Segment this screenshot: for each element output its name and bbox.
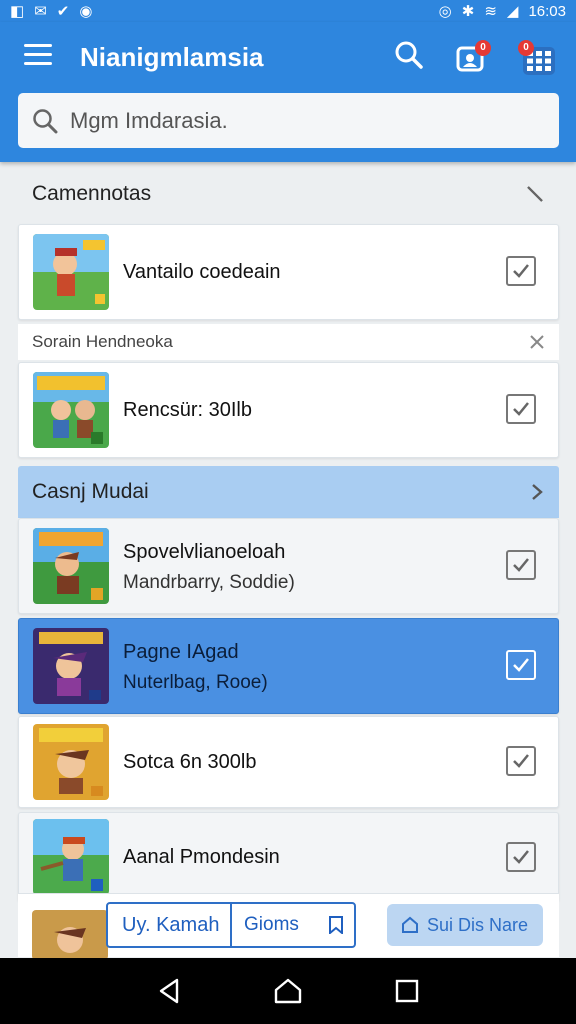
row-checkbox[interactable] [506, 650, 536, 680]
section-header-casnj[interactable]: Casnj Mudai [18, 466, 559, 518]
row-text: Spovelvlianoeloah Mandrbarry, Soddie) [123, 541, 295, 594]
app-bar: Nianigmlamsia 0 0 [0, 22, 576, 162]
check-icon [513, 754, 529, 768]
row-title: Vantailo coedeain [123, 261, 281, 283]
list-item[interactable]: Sotca 6n 300lb [18, 716, 559, 808]
primary-action-button[interactable]: Uy. Kamah Gioms [106, 902, 356, 948]
list-item[interactable]: Vantailo coedeain [18, 224, 559, 320]
system-nav-bar [0, 958, 576, 1024]
bluetooth-icon: ✱ [461, 2, 475, 20]
row-checkbox[interactable] [506, 550, 536, 580]
vibrate-icon: ◎ [438, 2, 452, 20]
bookmark-icon[interactable] [328, 916, 344, 934]
secondary-action-label: Sui Dis Nare [427, 914, 529, 935]
row-title: Sotca 6n 300lb [123, 751, 257, 773]
recents-icon[interactable] [387, 971, 427, 1011]
status-time: 16:03 [528, 2, 566, 20]
search-input[interactable] [70, 107, 510, 134]
check-icon [513, 658, 529, 672]
section-header-sorain[interactable]: Sorain Hendneoka [18, 324, 559, 360]
game-thumbnail [33, 372, 109, 448]
search-bar[interactable] [18, 93, 559, 148]
game-thumbnail [33, 528, 109, 604]
notification-button[interactable]: 0 [455, 40, 491, 74]
status-left-icons: ◧ ✉ ✔ ◉ [10, 4, 92, 19]
menu-icon[interactable] [24, 44, 52, 66]
secondary-action-button[interactable]: Sui Dis Nare [387, 904, 543, 946]
sync-icon: ◉ [79, 2, 93, 20]
check-icon: ✔ [56, 2, 70, 20]
row-text: Rencsür: 30Ilb [123, 399, 252, 422]
chevron-close-icon[interactable] [525, 184, 545, 204]
primary-action-label: Uy. Kamah [122, 913, 220, 936]
close-icon[interactable] [529, 334, 545, 350]
row-checkbox[interactable] [506, 394, 536, 424]
check-icon [513, 558, 529, 572]
game-thumbnail [32, 910, 108, 960]
mail-icon: ✉ [34, 2, 47, 20]
apps-grid-button[interactable]: 0 [518, 40, 558, 76]
home-nav-icon[interactable] [268, 971, 308, 1011]
row-title: Spovelvlianoeloah [123, 541, 286, 563]
game-thumbnail [33, 234, 109, 310]
row-text: Pagne IAgad Nuterlbag, Rooe) [123, 641, 268, 694]
main-content: Camennotas Vantailo coedeain Sorain Hend… [0, 162, 576, 958]
chevron-right-icon[interactable] [529, 483, 545, 501]
row-checkbox[interactable] [506, 842, 536, 872]
list-item[interactable]: Rencsür: 30Ilb [18, 362, 559, 458]
notification-badge: 0 [475, 40, 491, 56]
game-thumbnail [33, 724, 109, 800]
check-icon [513, 402, 529, 416]
section-header-camennotas[interactable]: Camennotas [18, 174, 559, 214]
row-subtitle: Mandrbarry, Soddie) [123, 572, 295, 593]
section-label: Sorain Hendneoka [32, 332, 173, 351]
row-checkbox[interactable] [506, 746, 536, 776]
row-title: Aanal Pmondesin [123, 846, 280, 868]
game-thumbnail [33, 819, 109, 895]
row-title: Rencsür: 30Ilb [123, 399, 252, 421]
row-subtitle: Nuterlbag, Rooe) [123, 672, 268, 693]
wifi-icon: ≋ [484, 2, 497, 20]
row-checkbox[interactable] [506, 256, 536, 286]
back-icon[interactable] [149, 971, 189, 1011]
check-icon [513, 264, 529, 278]
home-icon [402, 916, 418, 933]
bottom-action-bar: Uy. Kamah Gioms Sui Dis Nare [18, 893, 559, 960]
list-item[interactable]: Spovelvlianoeloah Mandrbarry, Soddie) [18, 518, 559, 614]
status-bar: ◧ ✉ ✔ ◉ ◎ ✱ ≋ ◢ 16:03 [0, 0, 576, 22]
check-icon [513, 850, 529, 864]
search-icon[interactable] [394, 40, 426, 72]
app-title: Nianigmlamsia [80, 42, 264, 72]
signal-icon: ◢ [506, 2, 519, 20]
search-field-icon [33, 108, 58, 133]
section-label: Camennotas [32, 182, 152, 205]
row-text: Aanal Pmondesin [123, 846, 280, 869]
row-text: Sotca 6n 300lb [123, 751, 256, 774]
row-text: Vantailo coedeain [123, 261, 281, 284]
section-label: Casnj Mudai [32, 480, 149, 503]
game-thumbnail [33, 628, 109, 704]
grid-badge: 0 [518, 40, 534, 56]
gallery-icon: ◧ [10, 2, 25, 20]
status-right-icons: ◎ ✱ ≋ ◢ 16:03 [439, 3, 566, 20]
list-item[interactable]: Aanal Pmondesin [18, 812, 559, 902]
list-item-selected[interactable]: Pagne IAgad Nuterlbag, Rooe) [18, 618, 559, 714]
secondary-action-label[interactable]: Gioms [230, 904, 326, 946]
row-title: Pagne IAgad [123, 641, 239, 663]
